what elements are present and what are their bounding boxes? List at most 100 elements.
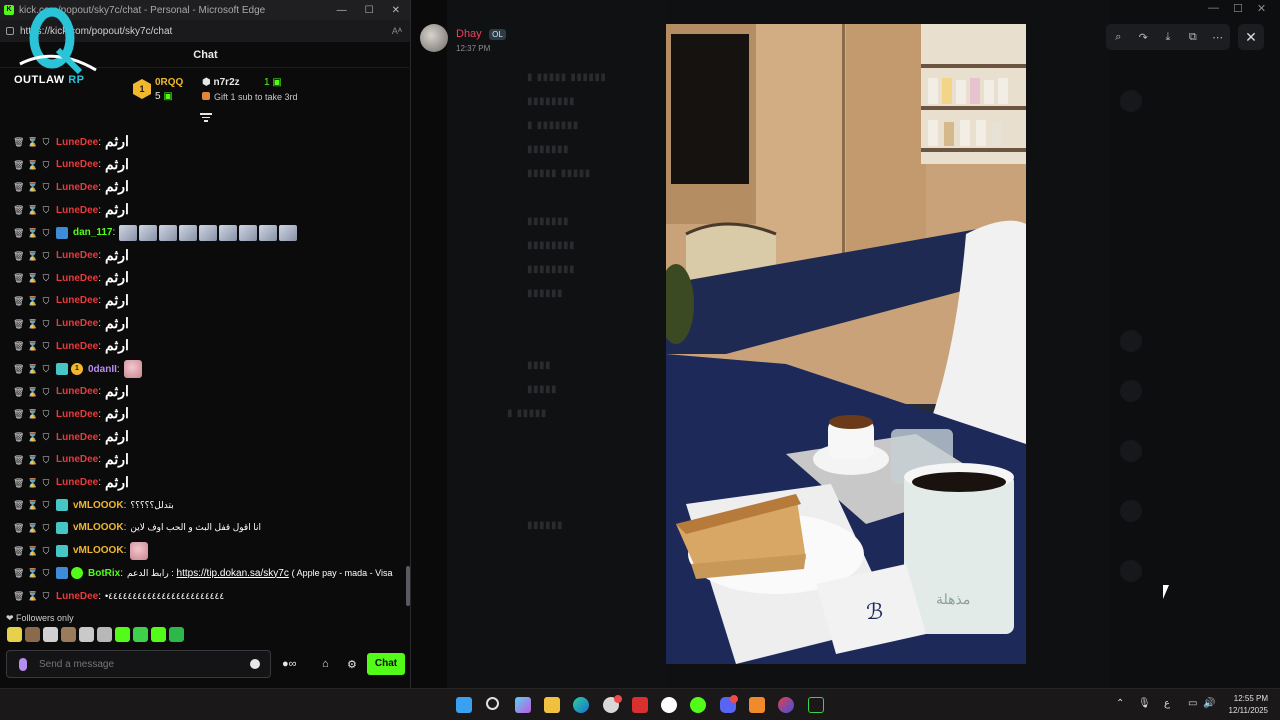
chat-username[interactable]: LuneDee xyxy=(56,318,98,329)
ban-icon[interactable]: ⛉ xyxy=(41,160,51,170)
app-icon[interactable] xyxy=(632,697,648,713)
chat-username[interactable]: 0danII xyxy=(88,364,117,375)
download-icon[interactable]: ⤓ xyxy=(1159,31,1177,44)
timeout-icon[interactable]: ⌛ xyxy=(27,296,38,306)
chat-username[interactable]: LuneDee xyxy=(56,409,98,420)
edge-icon[interactable] xyxy=(573,697,589,713)
scrollbar[interactable] xyxy=(406,566,410,606)
minimize-icon[interactable]: — xyxy=(1208,2,1219,15)
chat-username[interactable]: LuneDee xyxy=(56,250,98,261)
emote-icon[interactable] xyxy=(179,224,198,241)
message-composer[interactable] xyxy=(6,650,271,678)
language-indicator[interactable]: ع xyxy=(1164,698,1170,709)
emote-icon[interactable] xyxy=(133,627,148,642)
delete-icon[interactable]: 🗑 xyxy=(13,500,24,510)
more-icon[interactable]: ⋯ xyxy=(1209,31,1227,44)
timeout-icon[interactable]: ⌛ xyxy=(27,341,38,351)
search-icon[interactable] xyxy=(486,697,499,710)
chat-username[interactable]: LuneDee xyxy=(56,454,98,465)
chat-username[interactable]: BotRix xyxy=(88,568,120,579)
chat-message[interactable]: 🗑 ⌛ ⛉ LuneDee: ارثم xyxy=(0,313,406,335)
delete-icon[interactable]: 🗑 xyxy=(13,568,24,578)
settings-icon[interactable]: ⚙ xyxy=(347,658,357,671)
chat-message[interactable]: 🗑 ⌛ ⛉ vMLOOOK: انا اقول قفل البث و الحب اوف … xyxy=(0,517,406,539)
app-icon[interactable] xyxy=(808,697,824,713)
network-icon[interactable]: ▭ xyxy=(1188,698,1197,709)
delete-icon[interactable]: 🗑 xyxy=(13,591,24,601)
emote-icon[interactable] xyxy=(151,627,166,642)
ban-icon[interactable]: ⛉ xyxy=(41,319,51,329)
attachment-image[interactable]: مذهلة ℬ xyxy=(666,24,1026,664)
chat-message[interactable]: 🗑 ⌛ ⛉ LuneDee: ارثم xyxy=(0,154,406,176)
chat-message[interactable]: 🗑 ⌛ ⛉ LuneDee: ارثم xyxy=(0,335,406,357)
timeout-icon[interactable]: ⌛ xyxy=(27,591,38,601)
delete-icon[interactable]: 🗑 xyxy=(13,228,24,238)
chat-message[interactable]: 🗑 ⌛ ⛉ LuneDee: ارثم xyxy=(0,267,406,289)
delete-icon[interactable]: 🗑 xyxy=(13,319,24,329)
zoom-icon[interactable]: ⌕ xyxy=(1109,31,1127,44)
chat-username[interactable]: vMLOOOK xyxy=(73,500,124,511)
emote-icon[interactable] xyxy=(199,224,218,241)
volume-icon[interactable]: 🔊 xyxy=(1203,698,1215,709)
timeout-icon[interactable]: ⌛ xyxy=(27,251,38,261)
emote-icon[interactable] xyxy=(119,224,138,241)
ban-icon[interactable]: ⛉ xyxy=(41,251,51,261)
kick-app-icon[interactable] xyxy=(690,697,706,713)
obs-icon[interactable] xyxy=(661,697,677,713)
chat-message[interactable]: 🗑 ⌛ ⛉ vMLOOOK: بتدلل؟؟؟؟؟ xyxy=(0,494,406,516)
delete-icon[interactable]: 🗑 xyxy=(13,251,24,261)
chat-username[interactable]: LuneDee xyxy=(56,273,98,284)
timeout-icon[interactable]: ⌛ xyxy=(27,319,38,329)
chat-username[interactable]: LuneDee xyxy=(56,341,98,352)
ban-icon[interactable]: ⛉ xyxy=(41,182,51,192)
chat-message[interactable]: 🗑 ⌛ ⛉ LuneDee: ارثم xyxy=(0,426,406,448)
ban-icon[interactable]: ⛉ xyxy=(41,568,51,578)
chat-username[interactable]: dan_117 xyxy=(73,227,112,238)
emote-icon[interactable] xyxy=(130,541,149,560)
emote-icon[interactable] xyxy=(25,627,40,642)
leader-first-name[interactable]: 0RQQ xyxy=(155,77,183,88)
chat-message[interactable]: 🗑 ⌛ ⛉ LuneDee: ارثم xyxy=(0,199,406,221)
delete-icon[interactable]: 🗑 xyxy=(13,546,24,556)
ban-icon[interactable]: ⛉ xyxy=(41,409,51,419)
chat-message[interactable]: 🗑 ⌛ ⛉ LuneDee: •٤٤٤٤٤٤٤٤٤٤٤٤٤٤٤٤٤٤٤٤٤٤٤٤ xyxy=(0,585,406,607)
emote-icon[interactable] xyxy=(139,224,158,241)
timeout-icon[interactable]: ⌛ xyxy=(27,182,38,192)
timeout-icon[interactable]: ⌛ xyxy=(27,387,38,397)
timeout-icon[interactable]: ⌛ xyxy=(27,273,38,283)
chat-message[interactable]: 🗑 ⌛ ⛉ BotRix: رابط الدعم : https://tip.dokan… xyxy=(0,562,406,584)
timeout-icon[interactable]: ⌛ xyxy=(27,228,38,238)
close-icon[interactable]: ✕ xyxy=(392,5,400,16)
delete-icon[interactable]: 🗑 xyxy=(13,523,24,533)
delete-icon[interactable]: 🗑 xyxy=(13,387,24,397)
app-icon[interactable] xyxy=(749,697,765,713)
emote-icon[interactable] xyxy=(159,224,178,241)
delete-icon[interactable]: 🗑 xyxy=(13,182,24,192)
ban-icon[interactable]: ⛉ xyxy=(41,205,51,215)
chat-username[interactable]: LuneDee xyxy=(56,295,98,306)
timeout-icon[interactable]: ⌛ xyxy=(27,455,38,465)
ban-icon[interactable]: ⛉ xyxy=(41,228,51,238)
timeout-icon[interactable]: ⌛ xyxy=(27,364,38,374)
delete-icon[interactable]: 🗑 xyxy=(13,432,24,442)
ban-icon[interactable]: ⛉ xyxy=(41,364,51,374)
viewer-close-button[interactable]: ✕ xyxy=(1238,24,1264,50)
ban-icon[interactable]: ⛉ xyxy=(41,591,51,601)
chat-message[interactable]: 🗑 ⌛ ⛉ 1 0danII: xyxy=(0,358,406,380)
message-input[interactable] xyxy=(39,658,250,670)
emote-icon[interactable] xyxy=(279,224,298,241)
timeout-icon[interactable]: ⌛ xyxy=(27,500,38,510)
leader-second-name[interactable]: ⬢ n7r2z xyxy=(202,77,240,88)
timeout-icon[interactable]: ⌛ xyxy=(27,546,38,556)
delete-icon[interactable]: 🗑 xyxy=(13,409,24,419)
chat-username[interactable]: LuneDee xyxy=(56,591,98,602)
emote-icon[interactable] xyxy=(79,627,94,642)
maximize-icon[interactable]: ☐ xyxy=(365,5,374,16)
emote-icon[interactable] xyxy=(115,627,130,642)
emote-icon[interactable] xyxy=(61,627,76,642)
read-aloud-icon[interactable]: Aᴬ xyxy=(392,26,402,36)
chat-message[interactable]: 🗑 ⌛ ⛉ LuneDee: ارثم xyxy=(0,403,406,425)
ban-icon[interactable]: ⛉ xyxy=(41,523,51,533)
ban-icon[interactable]: ⛉ xyxy=(41,546,51,556)
forward-icon[interactable]: ↷ xyxy=(1134,31,1152,44)
